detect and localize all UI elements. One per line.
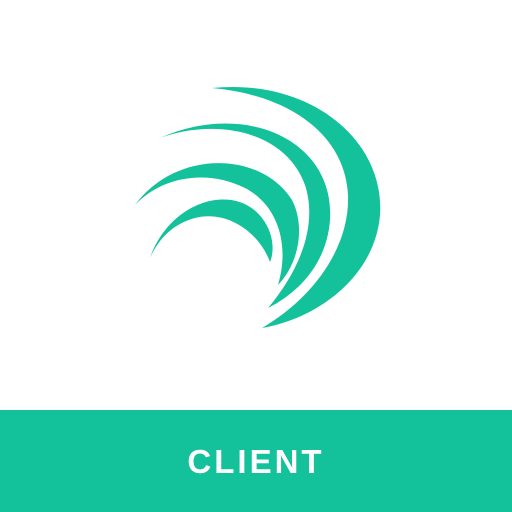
arc-third <box>135 163 300 285</box>
app-label: CLIENT <box>187 442 325 480</box>
wave-arcs-icon <box>135 86 381 328</box>
label-bar: CLIENT <box>0 410 512 512</box>
app-icon: CLIENT <box>0 0 512 512</box>
arc-inner <box>150 199 273 262</box>
